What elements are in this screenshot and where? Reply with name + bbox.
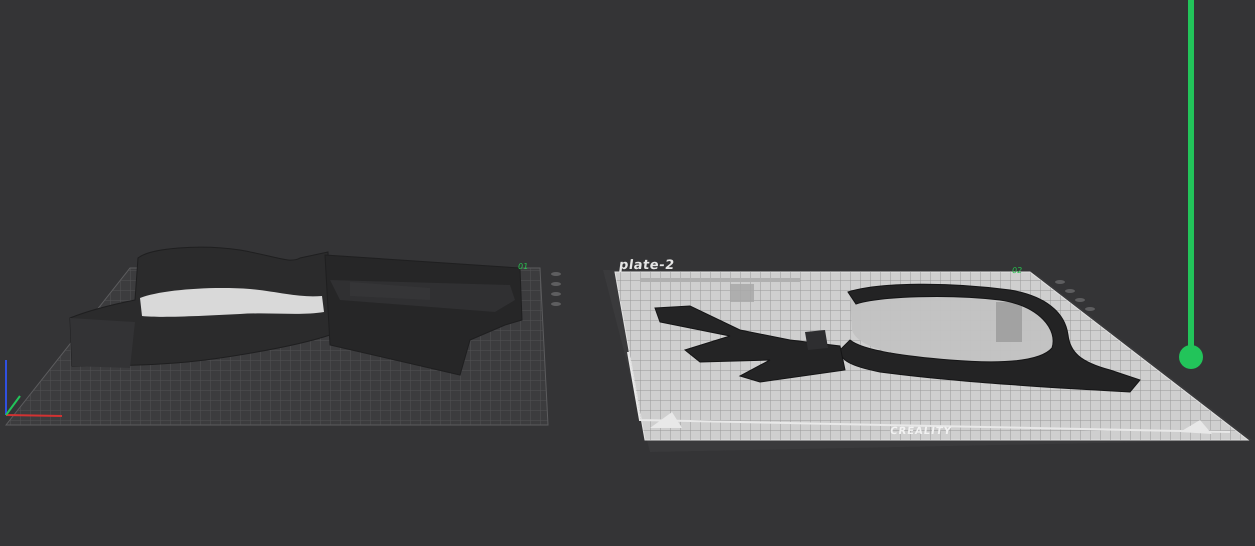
layer-slider-track[interactable] bbox=[1188, 0, 1194, 356]
layer-slider-handle[interactable] bbox=[1179, 345, 1203, 369]
plate-2-label[interactable]: plate-2 bbox=[618, 258, 676, 273]
plate-1-side-dots bbox=[551, 272, 561, 306]
layer-slider[interactable] bbox=[1179, 0, 1203, 370]
build-scene[interactable] bbox=[0, 0, 1255, 546]
bed-brand-logo: CREALITY bbox=[889, 426, 953, 437]
plate-1-number: 01 bbox=[517, 262, 529, 271]
plate-2-number: 02 bbox=[1011, 266, 1023, 275]
prime-tower[interactable] bbox=[730, 284, 754, 302]
3d-viewport[interactable]: plate-2 01 02 CREALITY bbox=[0, 0, 1255, 546]
